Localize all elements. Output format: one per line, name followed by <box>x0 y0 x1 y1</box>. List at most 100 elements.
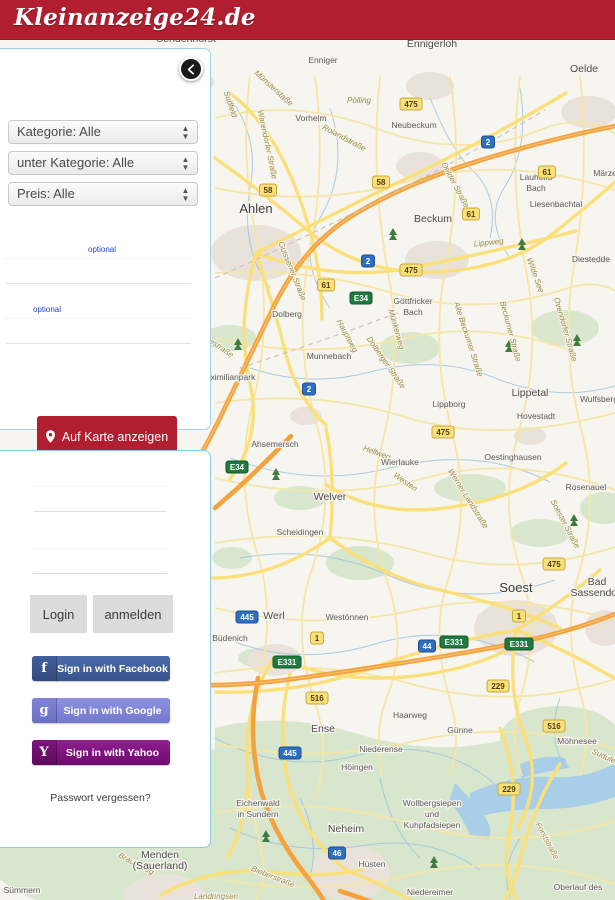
map-shield-58: 58 <box>372 175 390 189</box>
yahoo-signin-button[interactable]: Y Sign in with Yahoo <box>32 740 170 765</box>
map-shield-61: 61 <box>462 207 480 221</box>
select-unter-kategorie[interactable]: unter Kategorie: Alle ▲ ▼ <box>8 151 198 175</box>
map-shield-E331: E331 <box>272 655 302 669</box>
google-signin-button[interactable]: g Sign in with Google <box>32 698 170 723</box>
map-shield-516: 516 <box>305 691 329 705</box>
select-kategorie[interactable]: Kategorie: Alle ▲ ▼ <box>8 120 198 144</box>
stepper-icon: ▲ ▼ <box>181 155 190 172</box>
map-place-label: Ense <box>311 723 335 735</box>
optional-label-2: optional <box>33 305 62 314</box>
map-shield-475: 475 <box>399 97 423 111</box>
map-place-label: Enniger <box>308 55 337 65</box>
map-place-label: Wulfsberg <box>580 394 615 404</box>
svg-text:58: 58 <box>264 186 273 195</box>
svg-text:445: 445 <box>283 749 297 758</box>
map-shield-E331: E331 <box>504 637 534 651</box>
map-place-label: Wierlauke <box>381 457 419 467</box>
svg-text:445: 445 <box>240 613 254 622</box>
login-password-input[interactable] <box>33 549 167 573</box>
forgot-password-link[interactable]: Passwort vergessen? <box>0 792 206 804</box>
map-place-label: Sassendorf <box>570 587 615 599</box>
yahoo-icon: Y <box>32 740 57 765</box>
filter-panel: Kategorie: Alle ▲ ▼ unter Kategorie: Alle… <box>0 48 211 457</box>
map-shield-E34: E34 <box>225 460 249 474</box>
map-place-label: Hüsten <box>359 859 386 869</box>
map-shield-229: 229 <box>486 679 510 693</box>
svg-text:516: 516 <box>547 722 561 731</box>
map-road-label: Landringsen <box>194 892 239 900</box>
map-place-label: und <box>425 809 439 819</box>
map-place-label: Günne <box>447 725 473 735</box>
svg-text:1: 1 <box>517 612 522 621</box>
map-shield-445: 445 <box>278 746 302 760</box>
facebook-signin-button[interactable]: f Sign in with Facebook <box>32 656 170 681</box>
map-place-label: Soest <box>499 580 533 595</box>
site-logo[interactable]: Kleinanzeige24.de <box>14 4 256 31</box>
map-shield-1: 1 <box>310 631 324 645</box>
google-icon: g <box>32 698 57 723</box>
filter-input-2[interactable] <box>5 319 191 343</box>
stepper-icon: ▲ ▼ <box>181 124 190 141</box>
map-place-label: Neheim <box>328 823 364 835</box>
map-place-label: (Sauerland) <box>133 860 188 872</box>
svg-text:2: 2 <box>307 385 312 394</box>
login-button[interactable]: Login <box>30 595 87 633</box>
chevron-left-icon <box>187 63 194 75</box>
svg-text:E34: E34 <box>354 294 369 303</box>
show-on-map-label: Auf Karte anzeigen <box>61 429 169 444</box>
svg-text:516: 516 <box>310 694 324 703</box>
facebook-signin-label: Sign in with Facebook <box>57 662 168 675</box>
map-shield-475: 475 <box>431 425 455 439</box>
map-shield-2: 2 <box>361 254 375 268</box>
map-place-label: Sümmern <box>4 885 41 895</box>
map-place-label: Diestedde <box>572 254 611 264</box>
login-panel: Login anmelden f Sign in with Facebook g… <box>0 450 211 848</box>
select-preis[interactable]: Preis: Alle ▲ ▼ <box>8 182 198 206</box>
map-shield-E331: E331 <box>439 635 469 649</box>
svg-text:61: 61 <box>467 210 476 219</box>
map-place-label: Haarweg <box>393 710 427 720</box>
map-place-label: Dolberg <box>272 309 302 319</box>
svg-text:475: 475 <box>436 428 450 437</box>
select-preis-label: Preis: Alle <box>17 186 75 201</box>
map-place-label: Westönnen <box>326 612 369 622</box>
map-place-label: Munnebach <box>307 351 352 361</box>
map-place-label: Neubeckum <box>391 120 436 130</box>
map-place-label: Vorhelm <box>295 113 326 123</box>
login-password-field[interactable] <box>33 548 167 574</box>
filter-field-1[interactable] <box>5 258 191 284</box>
page-root: Münsterstaße Sudfeld Warendorfer Straße Rol… <box>0 0 615 900</box>
svg-text:2: 2 <box>366 257 371 266</box>
map-shield-2: 2 <box>481 135 495 149</box>
login-user-field[interactable] <box>33 486 167 512</box>
svg-text:E34: E34 <box>230 463 245 472</box>
collapse-panel-button[interactable] <box>179 57 203 81</box>
facebook-icon: f <box>32 656 57 681</box>
map-shield-2: 2 <box>302 382 316 396</box>
svg-text:61: 61 <box>543 168 552 177</box>
svg-text:46: 46 <box>333 849 342 858</box>
yahoo-signin-label: Sign in with Yahoo <box>65 746 160 759</box>
svg-text:2: 2 <box>486 138 491 147</box>
map-place-label: Büdenich <box>212 633 248 643</box>
stepper-icon: ▲ ▼ <box>181 186 190 203</box>
svg-text:58: 58 <box>377 178 386 187</box>
optional-label-1: optional <box>88 245 117 254</box>
map-place-label: Ahlen <box>239 201 272 216</box>
site-header: Kleinanzeige24.de <box>0 0 615 40</box>
svg-text:229: 229 <box>502 785 516 794</box>
select-kategorie-label: Kategorie: Alle <box>17 124 101 139</box>
map-pin-icon <box>45 430 55 443</box>
login-user-input[interactable] <box>33 487 167 511</box>
map-place-label: Welver <box>314 491 347 503</box>
map-place-label: Oelde <box>570 63 598 75</box>
svg-text:E331: E331 <box>445 638 464 647</box>
map-place-label: Höingen <box>341 762 373 772</box>
filter-field-2[interactable] <box>5 318 191 344</box>
map-place-label: Scheidingen <box>277 527 324 537</box>
map-place-label: Rosenauel <box>566 482 607 492</box>
register-button[interactable]: anmelden <box>93 595 173 633</box>
svg-text:229: 229 <box>491 682 505 691</box>
map-shield-58: 58 <box>259 183 277 197</box>
filter-input-1[interactable] <box>5 259 191 283</box>
